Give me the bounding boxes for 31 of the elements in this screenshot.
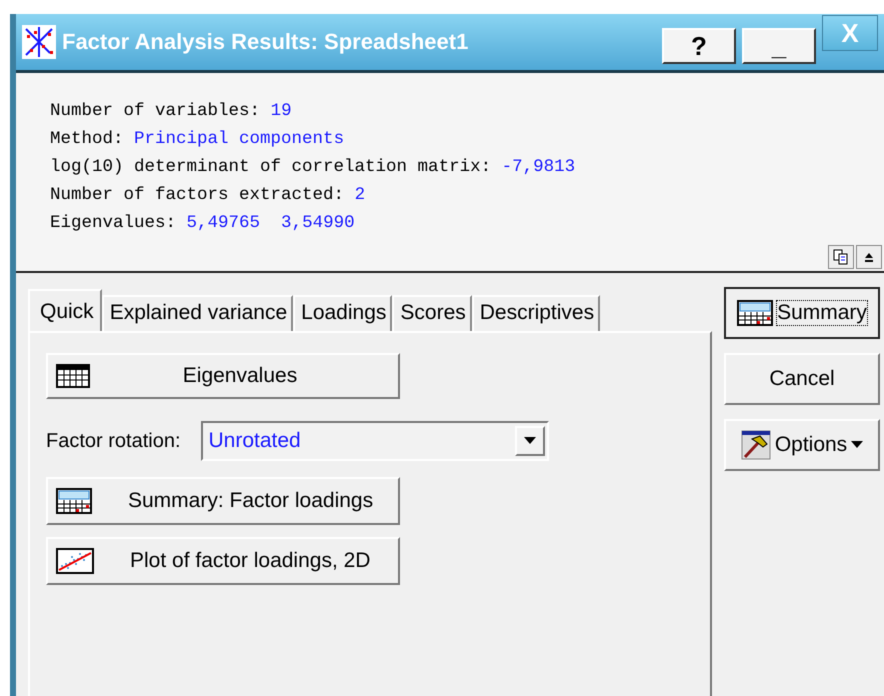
field-label: Factor rotation:: [46, 430, 181, 452]
result-line: Method: Principal components: [50, 128, 346, 151]
spreadsheet-icon: [737, 300, 774, 326]
result-line: log(10) determinant of correlation matrix: -7,9813: [50, 156, 576, 179]
scatterplot-icon: [56, 548, 94, 574]
summary-button[interactable]: Summary: Factor loadings: [46, 477, 400, 525]
help-button[interactable]: ?: [662, 28, 736, 64]
tab[interactable]: Loadings: [293, 295, 392, 331]
hammer-icon: [740, 430, 771, 460]
caret-icon: [524, 437, 536, 445]
eigenvalues-button[interactable]: Eigenvalues: [46, 353, 400, 399]
tab[interactable]: Quick: [28, 289, 102, 331]
window-title: Factor Analysis Results: Spreadsheet1: [62, 29, 470, 55]
summary-button[interactable]: Summary: [724, 287, 880, 339]
plot-button[interactable]: Plot of factor loadings, 2D: [46, 537, 400, 585]
caret-icon: [851, 441, 864, 449]
app-icon: [22, 25, 56, 59]
rotation-dropdown[interactable]: Unrotated: [200, 421, 549, 461]
copy-icon[interactable]: [828, 245, 854, 269]
tab[interactable]: Scores: [392, 295, 472, 331]
options-button[interactable]: Options: [724, 419, 880, 471]
grid-icon: [56, 364, 90, 388]
tab[interactable]: Descriptives: [472, 295, 600, 331]
collapse-icon[interactable]: [856, 245, 882, 269]
result-line: Eigenvalues: 5,49765 3,54990: [50, 212, 356, 235]
cancel-button[interactable]: Cancel: [724, 353, 880, 405]
spreadsheet-icon: [56, 488, 92, 514]
tab[interactable]: Explained variance: [102, 295, 294, 331]
result-line: Number of factors extracted: 2: [50, 184, 366, 207]
minimize-button[interactable]: _: [742, 28, 816, 64]
result-line: Number of variables: 19: [50, 100, 293, 123]
